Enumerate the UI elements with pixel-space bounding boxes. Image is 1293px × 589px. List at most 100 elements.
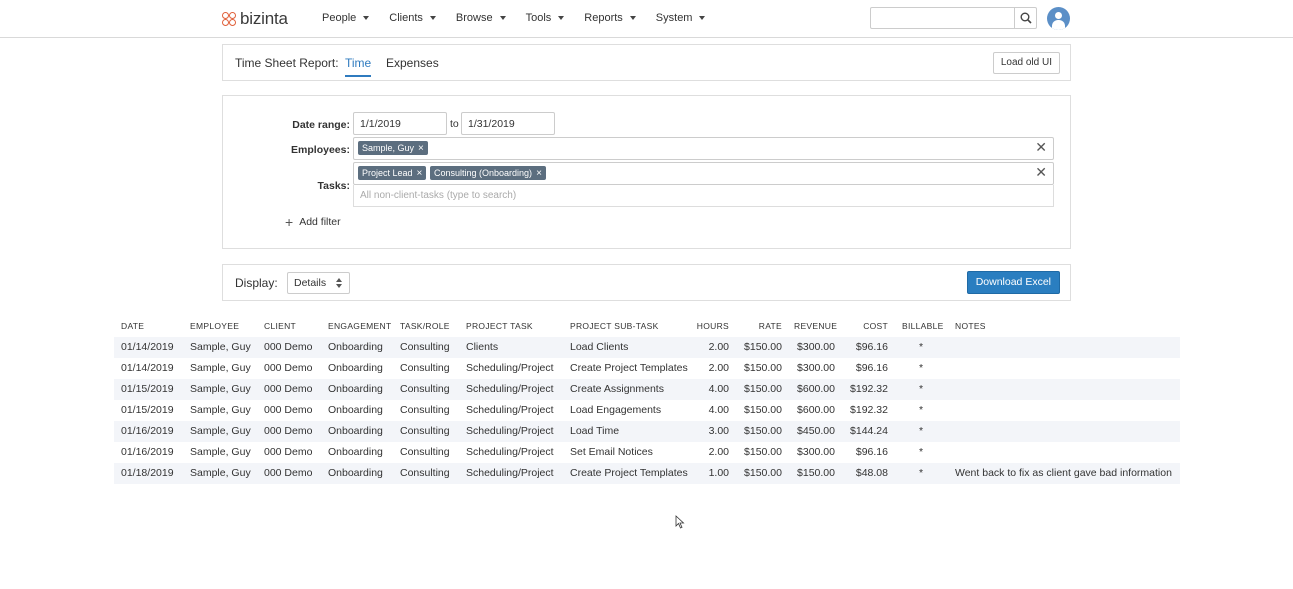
cell-project-subtask: Load Engagements (570, 404, 662, 416)
cell-engagement: Onboarding (328, 383, 383, 395)
cell-revenue: $600.00 (797, 383, 835, 395)
table-row: 01/16/2019 Sample, Guy 000 Demo Onboarding C… (114, 442, 1180, 463)
display-selected-value: Details (294, 277, 327, 289)
logo-icon (222, 11, 237, 27)
cell-employee: Sample, Guy (190, 467, 251, 479)
column-header-revenue[interactable]: Revenue (794, 317, 837, 335)
cell-task-role: Consulting (400, 383, 450, 395)
remove-tag-icon[interactable]: × (417, 168, 423, 179)
column-header-billable[interactable]: Billable (902, 317, 943, 335)
add-filter-button[interactable]: + Add filter (285, 214, 341, 230)
cell-date: 01/15/2019 (121, 404, 174, 416)
column-header-date[interactable]: Date (121, 317, 144, 335)
logo[interactable]: bizinta (222, 9, 288, 29)
nav-reports-label: Reports (584, 12, 623, 24)
cell-cost: $144.24 (850, 425, 888, 437)
cell-employee: Sample, Guy (190, 383, 251, 395)
table-header: Date Employee Client Engagement Task/Role Pro… (114, 317, 1180, 337)
cell-revenue: $450.00 (797, 425, 835, 437)
column-header-client[interactable]: Client (264, 317, 296, 335)
nav-people[interactable]: People (322, 12, 370, 24)
display-label: Display: (235, 276, 278, 290)
column-header-task-role[interactable]: Task/Role (400, 317, 450, 335)
search-icon (1020, 12, 1032, 24)
nav-people-label: People (322, 12, 357, 24)
column-header-hours[interactable]: Hours (689, 317, 729, 335)
column-header-rate[interactable]: Rate (742, 317, 782, 335)
cell-billable: * (918, 404, 924, 416)
load-old-ui-button[interactable]: Load old UI (992, 52, 1060, 74)
nav-browse[interactable]: Browse (456, 12, 506, 24)
nav-clients[interactable]: Clients (389, 12, 436, 24)
column-header-project-task[interactable]: Project Task (466, 317, 533, 335)
cell-revenue: $300.00 (797, 446, 835, 458)
employee-tag-label: Sample, Guy (362, 143, 415, 153)
display-select[interactable]: Details (287, 272, 350, 294)
cell-billable: * (918, 341, 924, 353)
table-row: 01/14/2019 Sample, Guy 000 Demo Onboarding C… (114, 358, 1180, 379)
column-header-project-subtask[interactable]: Project Sub-task (570, 317, 659, 335)
date-range-label: Date range: (292, 119, 350, 131)
cell-rate: $150.00 (744, 425, 782, 437)
cell-rate: $150.00 (744, 341, 782, 353)
cell-engagement: Onboarding (328, 467, 383, 479)
clear-tasks-icon[interactable]: ✕ (1035, 164, 1047, 181)
nav-reports[interactable]: Reports (584, 12, 636, 24)
cell-employee: Sample, Guy (190, 425, 251, 437)
cell-cost: $96.16 (855, 446, 888, 458)
cell-billable: * (918, 362, 924, 374)
user-avatar-icon[interactable] (1047, 7, 1070, 30)
nav-browse-label: Browse (455, 12, 493, 24)
column-header-engagement[interactable]: Engagement (328, 317, 391, 335)
cell-project-task: Scheduling/Project (466, 383, 554, 395)
report-title: Time Sheet Report: (235, 56, 339, 70)
cell-engagement: Onboarding (328, 362, 383, 374)
cell-cost: $96.16 (855, 362, 888, 374)
date-from-input[interactable] (353, 112, 447, 135)
nav-system-label: System (655, 12, 693, 24)
cell-project-subtask: Create Assignments (570, 383, 664, 395)
cell-revenue: $300.00 (797, 362, 835, 374)
employees-field[interactable]: Sample, Guy × ✕ (353, 137, 1054, 160)
nav-tools[interactable]: Tools (526, 12, 565, 24)
employees-label: Employees: (291, 144, 350, 156)
search-button[interactable] (1014, 8, 1036, 28)
clear-employees-icon[interactable]: ✕ (1035, 139, 1047, 156)
cell-project-subtask: Load Clients (570, 341, 629, 353)
time-sheet-table: Date Employee Client Engagement Task/Role Pro… (114, 317, 1180, 484)
column-header-notes[interactable]: Notes (955, 317, 986, 335)
table-body: 01/14/2019 Sample, Guy 000 Demo Onboarding C… (114, 337, 1180, 484)
remove-tag-icon[interactable]: × (418, 143, 424, 154)
cell-rate: $150.00 (744, 383, 782, 395)
tab-expenses[interactable]: Expenses (386, 56, 439, 70)
cell-employee: Sample, Guy (190, 404, 251, 416)
search-input[interactable] (871, 8, 1015, 28)
cell-project-subtask: Load Time (570, 425, 620, 437)
cell-date: 01/14/2019 (121, 362, 174, 374)
column-header-employee[interactable]: Employee (190, 317, 239, 335)
cell-client: 000 Demo (264, 446, 313, 458)
tasks-search-input[interactable] (354, 185, 1053, 206)
cell-task-role: Consulting (400, 404, 450, 416)
tasks-field[interactable]: Project Lead × Consulting (Onboarding) × ✕ (353, 162, 1054, 185)
date-to-input[interactable] (461, 112, 555, 135)
cell-task-role: Consulting (400, 341, 450, 353)
tab-time[interactable]: Time (345, 56, 372, 77)
cell-rate: $150.00 (744, 404, 782, 416)
cell-client: 000 Demo (264, 383, 313, 395)
download-excel-button[interactable]: Download Excel (966, 271, 1060, 294)
cell-date: 01/16/2019 (121, 425, 174, 437)
tasks-search-box (353, 185, 1054, 207)
cell-task-role: Consulting (400, 362, 450, 374)
caret-down-icon (499, 16, 506, 20)
nav-clients-label: Clients (389, 12, 423, 24)
cell-hours: 4.00 (708, 404, 729, 416)
cell-project-subtask: Create Project Templates (570, 467, 688, 479)
nav-system[interactable]: System (656, 12, 706, 24)
column-header-cost[interactable]: Cost (848, 317, 888, 335)
remove-tag-icon[interactable]: × (536, 168, 542, 179)
cell-client: 000 Demo (264, 467, 313, 479)
report-header: Time Sheet Report: Time Expenses Load ol… (222, 44, 1071, 81)
cell-employee: Sample, Guy (190, 341, 251, 353)
nav-tools-label: Tools (525, 12, 552, 24)
